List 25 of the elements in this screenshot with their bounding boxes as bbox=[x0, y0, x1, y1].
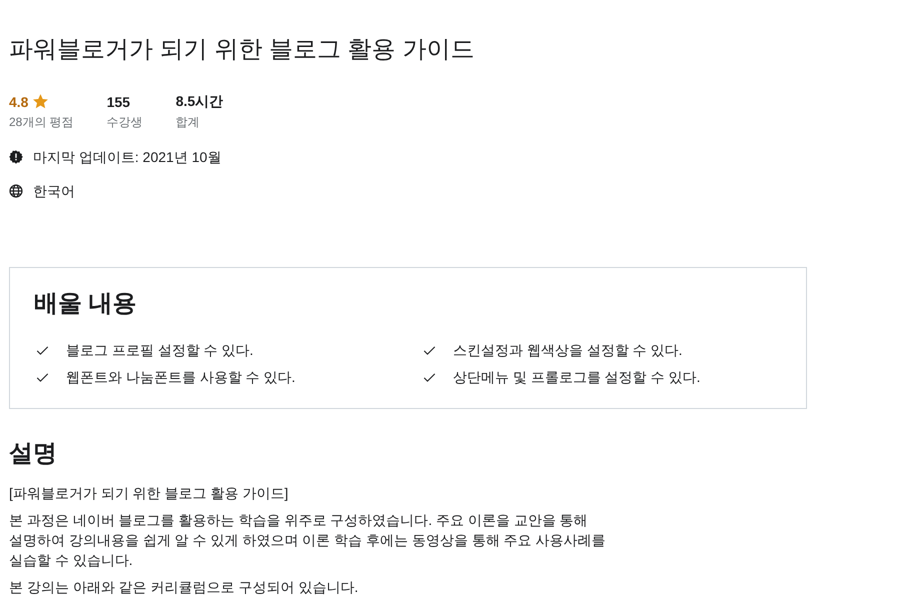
stat-label: 28개의 평점 bbox=[9, 114, 74, 131]
stat-label: 합계 bbox=[176, 114, 201, 131]
learning-item: 블로그 프로필 설정할 수 있다. bbox=[66, 341, 254, 360]
globe-icon bbox=[9, 184, 23, 198]
description-paragraph: [파워블로거가 되기 위한 블로그 활용 가이드] bbox=[9, 484, 290, 503]
stat-label: 수강생 bbox=[106, 114, 143, 131]
star-icon bbox=[32, 93, 50, 110]
course-title: 파워블로거가 되기 위한 블로그 활용 가이드 bbox=[9, 35, 476, 65]
check-icon bbox=[423, 344, 436, 357]
learning-item: 스킨설정과 웹색상을 설정할 수 있다. bbox=[453, 341, 682, 360]
learning-item: 상단메뉴 및 프롤로그를 설정할 수 있다. bbox=[453, 368, 700, 387]
section-heading: 배울 내용 bbox=[34, 289, 138, 319]
meta-text: 한국어 bbox=[33, 182, 75, 200]
section-heading: 설명 bbox=[9, 439, 58, 469]
learning-item: 웹폰트와 나눔폰트를 사용할 수 있다. bbox=[66, 368, 296, 387]
check-icon bbox=[423, 371, 436, 384]
meta-text: 마지막 업데이트: 2021년 10월 bbox=[33, 148, 222, 166]
check-icon bbox=[36, 371, 49, 384]
description-paragraph: 본 강의는 아래와 같은 커리큘럼으로 구성되어 있습니다. bbox=[9, 578, 360, 597]
description-paragraph: 본 과정은 네이버 블로그를 활용하는 학습을 위주로 구성하였습니다. 주요 이론을 교안을 통해 설명하여 강의내용을 쉽게 알 수 있게 하였으며 이론 학습 후에는 동영상을 통해 주요 사용사례를 실습할 수 있습니다. bbox=[9, 511, 607, 570]
stat-value: 8.5시간 bbox=[176, 92, 224, 110]
rating-value: 4.8 bbox=[9, 94, 28, 110]
alert-badge-icon bbox=[9, 150, 23, 164]
stat-value: 155 bbox=[106, 94, 130, 110]
check-icon bbox=[36, 344, 49, 357]
